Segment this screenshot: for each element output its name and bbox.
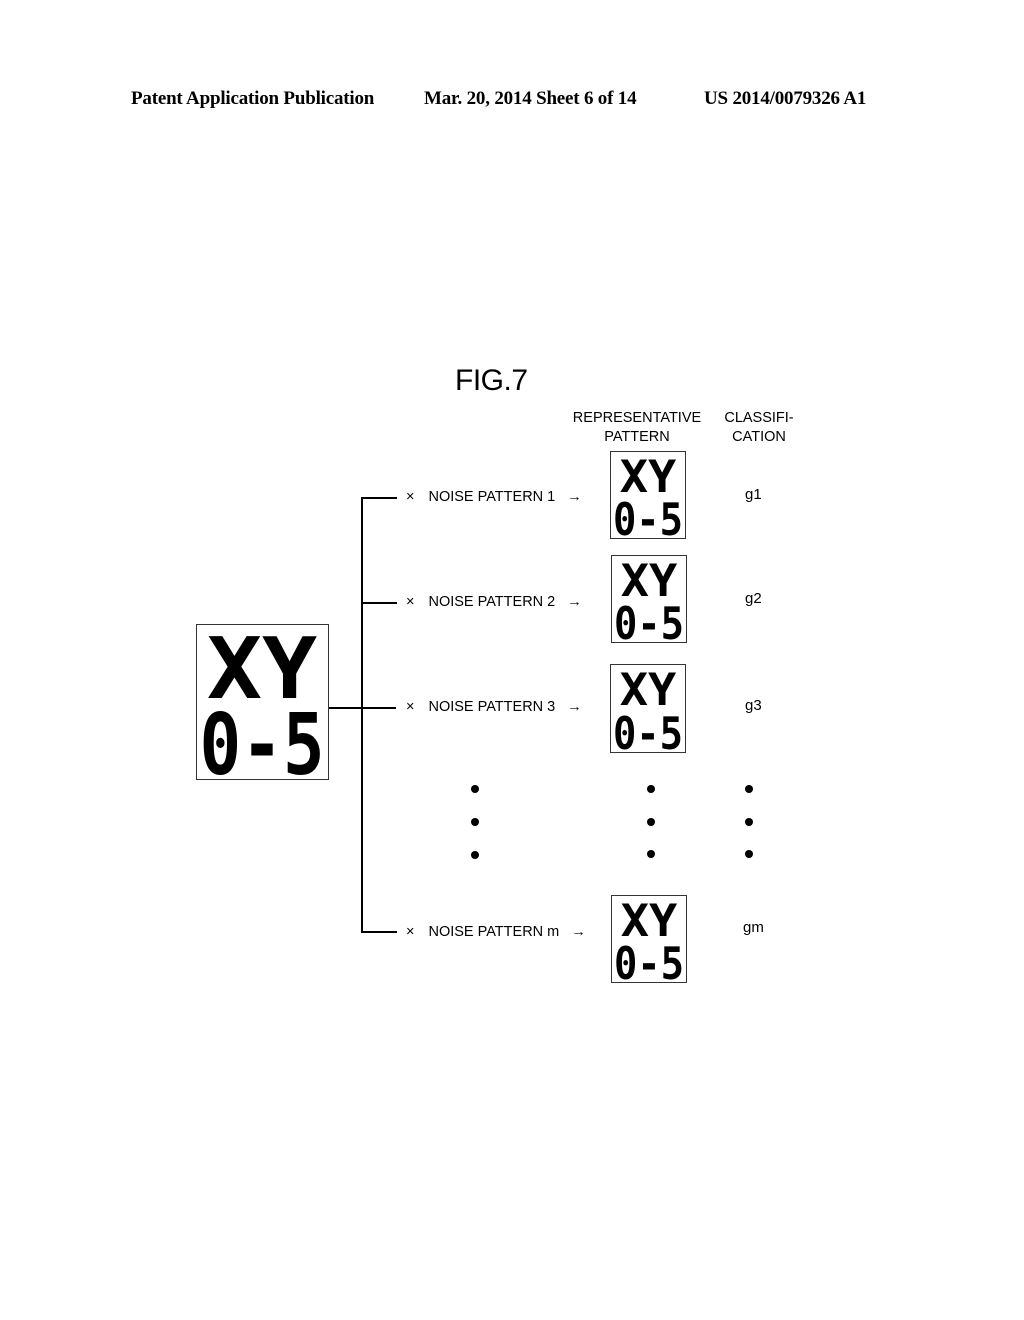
source-pattern-glyphs: XY 0-5: [199, 625, 324, 779]
classification-1: g1: [745, 486, 762, 503]
noise-pattern-label: NOISE PATTERN 2: [428, 594, 556, 610]
noise-pattern-row-3: × NOISE PATTERN 3 →: [406, 699, 582, 715]
multiply-icon: ×: [406, 594, 415, 610]
arrow-right-icon: →: [567, 699, 582, 715]
classification-header: CLASSIFI- CATION: [714, 409, 804, 447]
multiply-icon: ×: [406, 489, 415, 505]
ellipsis-dot: [745, 785, 753, 793]
branch-line-1: [361, 497, 397, 499]
noise-pattern-label: NOISE PATTERN 1: [428, 489, 556, 505]
representative-pattern-2: XY 0-5: [611, 555, 687, 643]
pattern-2-glyphs: XY 0-5: [614, 556, 684, 642]
noise-pattern-row-1: × NOISE PATTERN 1 →: [406, 489, 582, 505]
ellipsis-dot: [745, 850, 753, 858]
classification-header-line1: CLASSIFI-: [724, 410, 794, 426]
multiply-icon: ×: [406, 699, 415, 715]
ellipsis-dot: [647, 850, 655, 858]
source-connector-line: [329, 707, 396, 709]
branch-line-m: [361, 931, 397, 933]
representative-header-line2: PATTERN: [604, 429, 670, 445]
branch-line-2: [361, 602, 397, 604]
arrow-right-icon: →: [567, 489, 582, 505]
representative-header-line1: REPRESENTATIVE: [572, 410, 702, 426]
publication-label: Patent Application Publication: [131, 88, 375, 109]
source-pattern-line2: 0-5: [199, 695, 324, 779]
patent-number: US 2014/0079326 A1: [704, 88, 867, 109]
ellipsis-dot: [745, 818, 753, 826]
figure-title: FIG.7: [455, 364, 528, 397]
arrow-right-icon: →: [571, 924, 586, 940]
representative-pattern-1: XY 0-5: [610, 451, 686, 539]
representative-pattern-m: XY 0-5: [611, 895, 687, 983]
pattern-line2: 0-5: [614, 937, 684, 982]
ellipsis-dot: [647, 818, 655, 826]
arrow-right-icon: →: [567, 594, 582, 610]
date-sheet-label: Mar. 20, 2014 Sheet 6 of 14: [424, 88, 637, 109]
pattern-3-glyphs: XY 0-5: [613, 665, 683, 752]
noise-pattern-label: NOISE PATTERN 3: [428, 699, 556, 715]
classification-3: g3: [745, 697, 762, 714]
source-pattern-image: XY 0-5: [196, 624, 329, 780]
representative-pattern-header: REPRESENTATIVE PATTERN: [566, 409, 708, 447]
noise-pattern-row-2: × NOISE PATTERN 2 →: [406, 594, 582, 610]
ellipsis-dot: [471, 785, 479, 793]
pattern-line2: 0-5: [613, 493, 683, 538]
pattern-line2: 0-5: [613, 707, 683, 752]
pattern-1-glyphs: XY 0-5: [613, 452, 683, 538]
noise-pattern-label: NOISE PATTERN m: [428, 924, 560, 940]
classification-header-line2: CATION: [732, 429, 786, 445]
pattern-line2: 0-5: [614, 597, 684, 642]
ellipsis-dot: [471, 851, 479, 859]
branch-trunk-line: [361, 497, 363, 932]
pattern-m-glyphs: XY 0-5: [614, 896, 684, 982]
noise-pattern-row-m: × NOISE PATTERN m →: [406, 924, 586, 940]
ellipsis-dot: [471, 818, 479, 826]
classification-m: gm: [743, 919, 764, 936]
multiply-icon: ×: [406, 924, 415, 940]
representative-pattern-3: XY 0-5: [610, 664, 686, 753]
ellipsis-dot: [647, 785, 655, 793]
classification-2: g2: [745, 590, 762, 607]
